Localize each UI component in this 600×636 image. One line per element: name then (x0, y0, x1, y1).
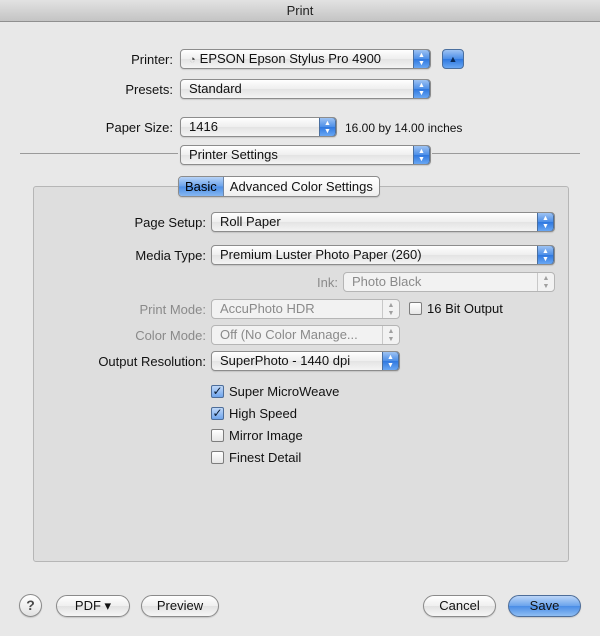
bit-output-checkbox[interactable]: 16 Bit Output (409, 301, 503, 316)
ink-popup: Photo Black ▲ ▼ (343, 272, 555, 292)
high-speed-label: High Speed (229, 406, 297, 421)
tab-basic[interactable]: Basic (179, 177, 224, 196)
color-mode-value: Off (No Color Manage... (220, 327, 358, 342)
media-type-value: Premium Luster Photo Paper (260) (220, 247, 422, 262)
media-type-label: Media Type: (135, 248, 206, 263)
paper-size-dimensions: 16.00 by 14.00 inches (345, 121, 463, 135)
presets-value: Standard (189, 81, 242, 96)
separator-left (20, 153, 178, 154)
check-icon: ✓ (211, 384, 224, 398)
presets-label: Presets: (125, 82, 173, 97)
help-button[interactable]: ? (19, 594, 42, 617)
window-title: Print (0, 0, 600, 22)
chevron-updown-icon: ▲ ▼ (413, 80, 430, 98)
settings-panel (33, 186, 569, 562)
checkbox-box (211, 429, 224, 442)
chevron-updown-icon: ▲ ▼ (382, 326, 399, 344)
presets-popup[interactable]: Standard ▲ ▼ (180, 79, 431, 99)
print-mode-value: AccuPhoto HDR (220, 301, 315, 316)
chevron-updown-icon: ▲ ▼ (382, 352, 399, 370)
media-type-popup[interactable]: Premium Luster Photo Paper (260) ▲ ▼ (211, 245, 555, 265)
printer-icon: ◔ (189, 54, 196, 66)
checkbox-box (409, 302, 422, 315)
ink-value: Photo Black (352, 274, 422, 289)
printer-label: Printer: (131, 52, 173, 67)
super-microweave-label: Super MicroWeave (229, 384, 340, 399)
section-value: Printer Settings (189, 147, 278, 162)
page-setup-popup[interactable]: Roll Paper ▲ ▼ (211, 212, 555, 232)
color-mode-label: Color Mode: (135, 328, 206, 343)
chevron-updown-icon: ▲ ▼ (382, 300, 399, 318)
paper-size-label: Paper Size: (105, 120, 173, 135)
bit-output-label: 16 Bit Output (427, 301, 503, 316)
tab-control: Basic Advanced Color Settings (178, 176, 380, 197)
output-resolution-value: SuperPhoto - 1440 dpi (220, 353, 351, 368)
page-setup-label: Page Setup: (134, 215, 206, 230)
chevron-updown-icon: ▲ ▼ (537, 213, 554, 231)
super-microweave-checkbox[interactable]: ✓ Super MicroWeave (211, 384, 339, 399)
color-mode-popup: Off (No Color Manage... ▲ ▼ (211, 325, 400, 345)
chevron-updown-icon: ▲ ▼ (537, 246, 554, 264)
print-mode-popup: AccuPhoto HDR ▲ ▼ (211, 299, 400, 319)
check-icon: ✓ (211, 406, 224, 420)
separator-right (432, 153, 580, 154)
ink-label: Ink: (317, 275, 338, 290)
paper-size-popup[interactable]: 1416 ▲ ▼ (180, 117, 337, 137)
mirror-image-label: Mirror Image (229, 428, 303, 443)
save-button[interactable]: Save (508, 595, 581, 617)
high-speed-checkbox[interactable]: ✓ High Speed (211, 406, 297, 421)
checkbox-box (211, 451, 224, 464)
paper-size-value: 1416 (189, 119, 218, 134)
cancel-button[interactable]: Cancel (423, 595, 496, 617)
mirror-image-checkbox[interactable]: Mirror Image (211, 428, 303, 443)
print-mode-label: Print Mode: (139, 302, 206, 317)
chevron-updown-icon: ▲ ▼ (413, 50, 430, 68)
chevron-updown-icon: ▲ ▼ (413, 146, 430, 164)
output-resolution-popup[interactable]: SuperPhoto - 1440 dpi ▲ ▼ (211, 351, 400, 371)
chevron-updown-icon: ▲ ▼ (319, 118, 336, 136)
printer-value: EPSON Epson Stylus Pro 4900 (199, 51, 382, 66)
printer-popup[interactable]: ◔ EPSON Epson Stylus Pro 4900 ▲ ▼ (180, 49, 431, 69)
finest-detail-checkbox[interactable]: Finest Detail (211, 450, 301, 465)
preview-button[interactable]: Preview (141, 595, 219, 617)
pdf-button[interactable]: PDF ▾ (56, 595, 130, 617)
disclosure-triangle-icon[interactable]: ▲ (442, 49, 464, 69)
finest-detail-label: Finest Detail (229, 450, 302, 465)
output-resolution-label: Output Resolution: (98, 354, 206, 369)
tab-advanced-color-settings[interactable]: Advanced Color Settings (224, 177, 379, 196)
page-setup-value: Roll Paper (220, 214, 281, 229)
section-popup[interactable]: Printer Settings ▲ ▼ (180, 145, 431, 165)
chevron-updown-icon: ▲ ▼ (537, 273, 554, 291)
